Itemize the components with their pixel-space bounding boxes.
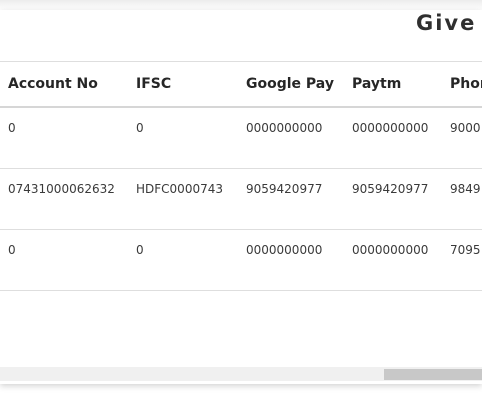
table-row-divider (0, 229, 482, 230)
table-cell-google-pay: 0000000000 (246, 121, 323, 135)
table-cell-account-no: 0 (8, 121, 16, 135)
heading-divider (0, 61, 482, 62)
table-row-divider (0, 290, 482, 291)
table-cell-paytm: 0000000000 (352, 243, 429, 257)
column-header-ifsc: IFSC (136, 76, 172, 92)
table-cell-paytm: 9059420977 (352, 182, 429, 196)
table-row-divider (0, 168, 482, 169)
column-header-account-no: Account No (8, 76, 98, 92)
top-shadow (0, 0, 482, 10)
donation-table-card: Give Account No IFSC Google Pay Paytm Ph… (0, 10, 482, 384)
column-header-phone: Phon (450, 76, 482, 92)
table-cell-account-no: 0 (8, 243, 16, 257)
table-cell-ifsc: 0 (136, 121, 144, 135)
table-cell-ifsc: HDFC0000743 (136, 182, 223, 196)
table-cell-google-pay: 9059420977 (246, 182, 323, 196)
horizontal-scrollbar-thumb[interactable] (384, 369, 482, 380)
page-heading: Give (416, 11, 477, 35)
table-cell-google-pay: 0000000000 (246, 243, 323, 257)
table-header-divider (0, 106, 482, 108)
table-cell-phone: 9849 (450, 182, 481, 196)
table-cell-phone: 9000 (450, 121, 481, 135)
column-header-paytm: Paytm (352, 76, 402, 92)
table-cell-phone: 7095 (450, 243, 481, 257)
column-header-google-pay: Google Pay (246, 76, 334, 92)
table-cell-paytm: 0000000000 (352, 121, 429, 135)
page: Give Account No IFSC Google Pay Paytm Ph… (0, 0, 482, 415)
table-cell-ifsc: 0 (136, 243, 144, 257)
table-cell-account-no: 07431000062632 (8, 182, 115, 196)
